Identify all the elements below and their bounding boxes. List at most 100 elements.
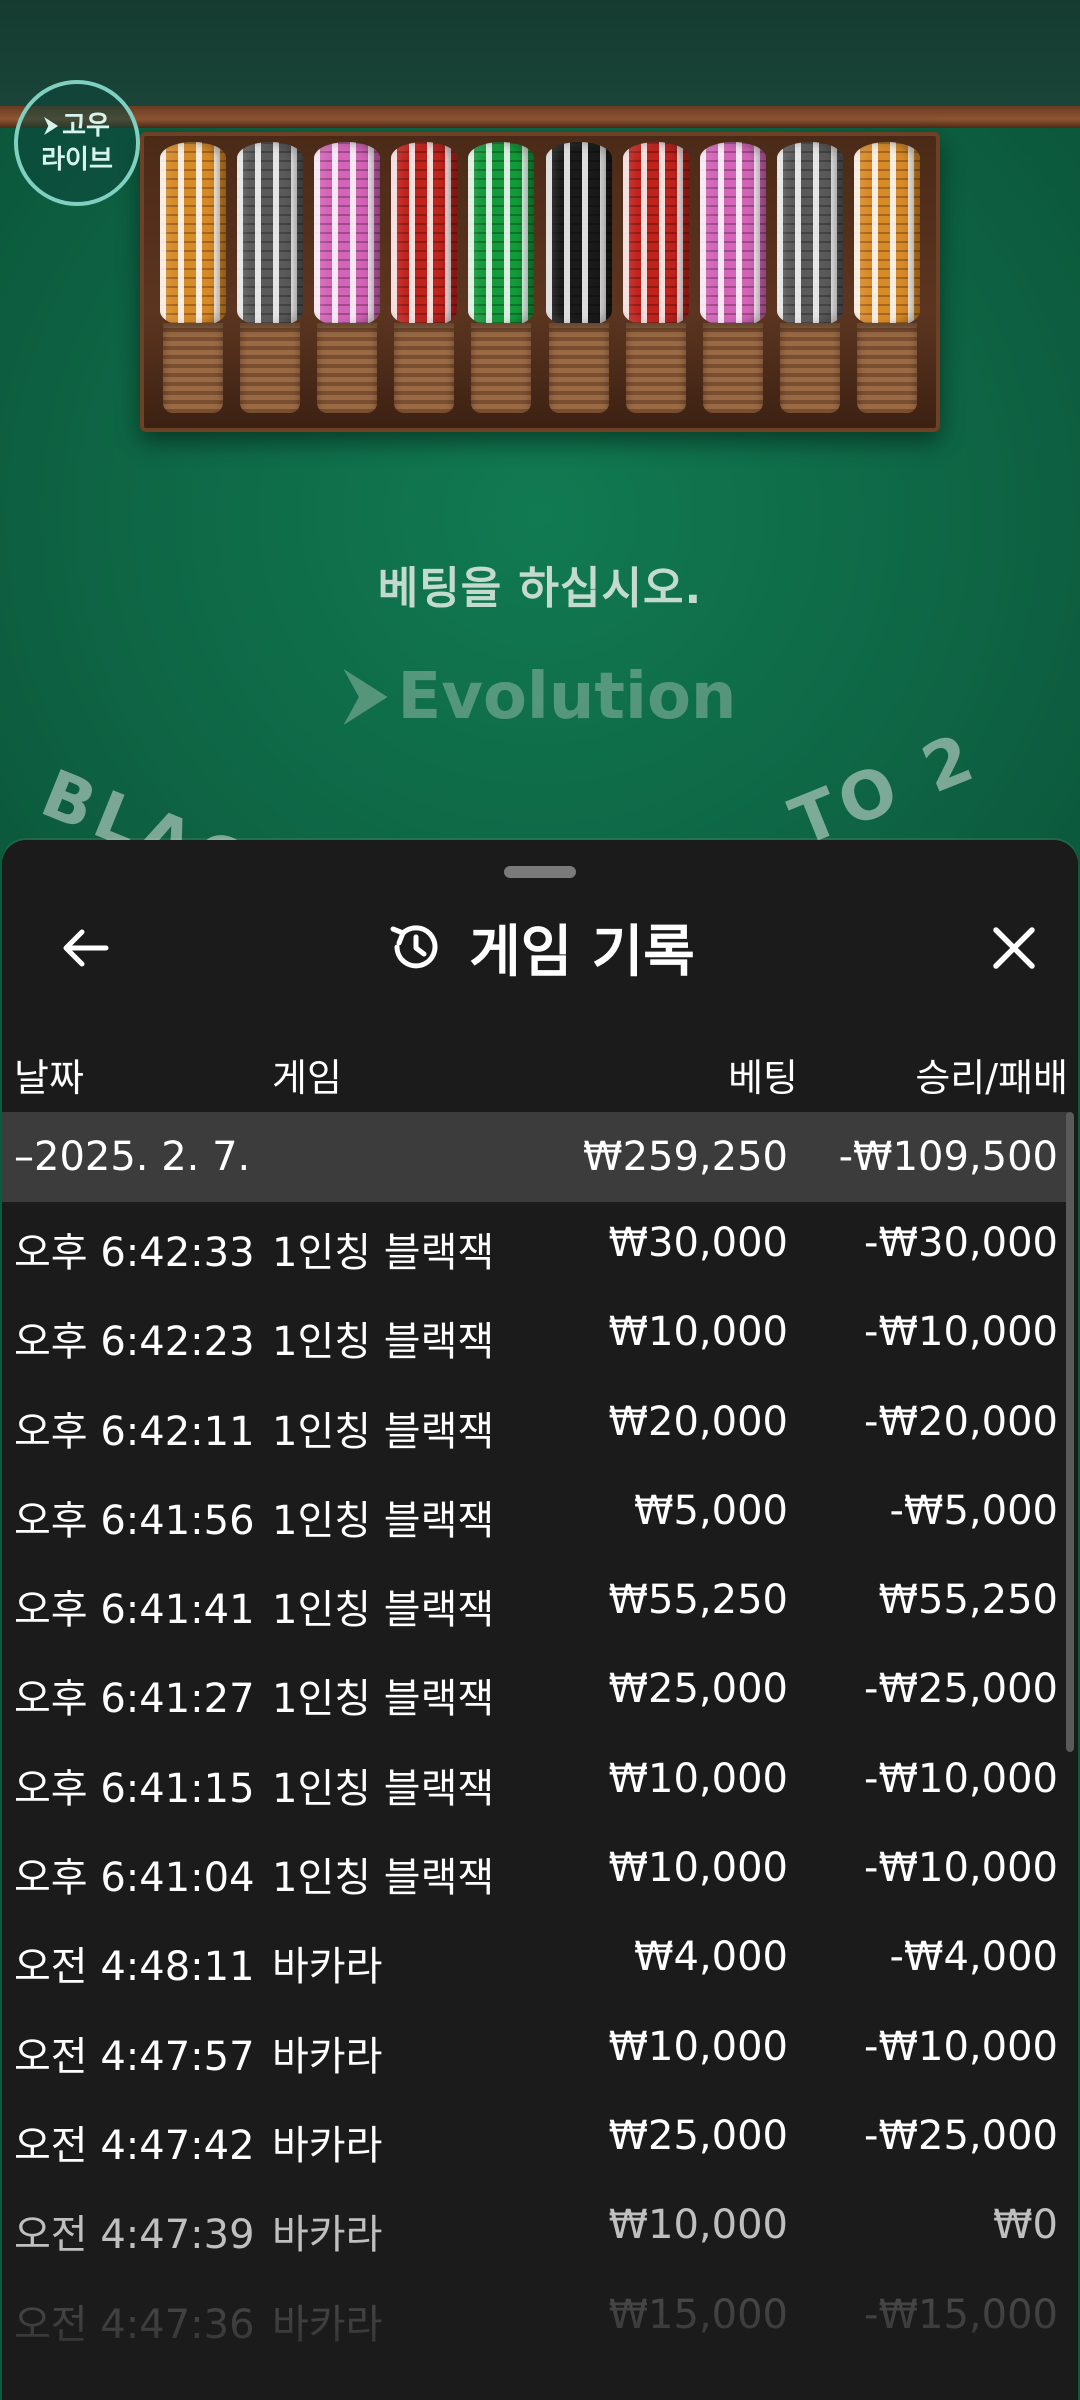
row-game: 1인칭 블랙잭 — [272, 1319, 495, 1366]
row-win-loss: -₩25,000 — [864, 2112, 1058, 2159]
row-game: 1인칭 블랙잭 — [272, 1230, 495, 1276]
chip-stack — [854, 142, 921, 327]
table-row[interactable]: 오후 6:41:56 1인칭 블랙잭 ₩5,000 -₩5,000 — [2, 1470, 1068, 1559]
logo-line1: 고우 — [62, 111, 110, 141]
row-bet: ₩4,000 — [633, 1934, 788, 1981]
day-total-bet: ₩259,250 — [583, 1134, 788, 1180]
row-game: 바카라 — [272, 1944, 383, 1991]
table-row[interactable]: 오전 4:47:42 바카라 ₩25,000 -₩25,000 — [2, 2095, 1068, 2184]
row-bet: ₩10,000 — [608, 1309, 788, 1356]
row-time: 오전 4:47:57 — [14, 2033, 255, 2080]
row-bet: ₩55,250 — [608, 1577, 788, 1624]
row-time: 오후 6:41:56 — [14, 1497, 255, 1544]
chip-column — [468, 142, 535, 413]
chip-stack — [468, 142, 535, 327]
chip-column — [854, 142, 921, 413]
chip-slot — [702, 323, 763, 413]
chip-stack — [313, 142, 380, 327]
chip-stack — [622, 142, 689, 327]
table-row[interactable]: 오후 6:42:11 1인칭 블랙잭 ₩20,000 -₩20,000 — [2, 1381, 1068, 1470]
scrollbar[interactable] — [1066, 1112, 1074, 1752]
row-bet: ₩10,000 — [608, 2202, 788, 2249]
column-header-win-loss: 승리/패배 — [915, 1056, 1068, 1100]
row-game: 바카라 — [272, 2033, 383, 2080]
chip-column — [622, 142, 689, 413]
row-time: 오전 4:47:39 — [14, 2212, 255, 2259]
table-row[interactable]: 오후 6:42:33 1인칭 블랙잭 ₩30,000 -₩30,000 — [2, 1202, 1068, 1291]
chip-column — [545, 142, 612, 413]
history-rows: 오후 6:42:33 1인칭 블랙잭 ₩30,000 -₩30,000 오후 6:42:… — [2, 1202, 1068, 2363]
chip-stack — [236, 142, 303, 327]
row-time: 오전 4:47:42 — [14, 2122, 255, 2169]
chip-slot — [162, 323, 223, 413]
row-win-loss: -₩10,000 — [864, 1755, 1058, 1802]
chip-slot — [548, 323, 609, 413]
row-time: 오후 6:42:33 — [14, 1230, 255, 1276]
table-rail-edge — [0, 106, 1080, 128]
row-time: 오후 6:41:04 — [14, 1855, 255, 1902]
row-win-loss: -₩4,000 — [889, 1934, 1059, 1981]
table-rail — [0, 0, 1080, 112]
sheet-header: 게임 기록 — [2, 902, 1078, 992]
game-table-background: 고우 라이브 베팅을 하십시오. Evolution BLAC TO 2 — [0, 0, 1080, 860]
chip-slot — [239, 323, 300, 413]
table-row[interactable]: 오후 6:41:41 1인칭 블랙잭 ₩55,250 ₩55,250 — [2, 1559, 1068, 1648]
row-time: 오전 4:47:36 — [14, 2301, 255, 2348]
row-bet: ₩15,000 — [608, 2291, 788, 2338]
table-row[interactable]: 오후 6:41:04 1인칭 블랙잭 ₩10,000 -₩10,000 — [2, 1827, 1068, 1916]
provider-name: Evolution — [397, 660, 737, 734]
table-arc-text-right: TO 2 — [780, 717, 989, 860]
row-time: 오전 4:48:11 — [14, 1944, 255, 1991]
row-game: 1인칭 블랙잭 — [272, 1587, 495, 1634]
table-row[interactable]: 오전 4:47:36 바카라 ₩15,000 -₩15,000 — [2, 2274, 1068, 2363]
row-time: 오후 6:41:27 — [14, 1676, 255, 1723]
table-row[interactable]: 오후 6:41:15 1인칭 블랙잭 ₩10,000 -₩10,000 — [2, 1738, 1068, 1827]
table-row[interactable]: 오전 4:47:39 바카라 ₩10,000 ₩0 — [2, 2184, 1068, 2273]
chip-stack — [699, 142, 766, 327]
table-row[interactable]: 오후 6:41:27 1인칭 블랙잭 ₩25,000 -₩25,000 — [2, 1648, 1068, 1737]
row-bet: ₩10,000 — [608, 1755, 788, 1802]
row-win-loss: -₩10,000 — [864, 1845, 1058, 1892]
row-bet: ₩25,000 — [608, 2112, 788, 2159]
evolution-logo-icon — [343, 669, 388, 725]
row-time: 오후 6:42:23 — [14, 1319, 255, 1366]
row-win-loss: -₩20,000 — [864, 1398, 1058, 1445]
column-header-game: 게임 — [272, 1056, 342, 1100]
row-win-loss: -₩5,000 — [889, 1487, 1059, 1534]
row-game: 1인칭 블랙잭 — [272, 1765, 495, 1812]
chip-tray — [140, 132, 940, 432]
logo-line2: 라이브 — [41, 145, 113, 175]
row-game: 1인칭 블랙잭 — [272, 1676, 495, 1723]
chip-stack — [777, 142, 844, 327]
row-bet: ₩30,000 — [608, 1220, 788, 1266]
row-game: 바카라 — [272, 2301, 383, 2348]
chip-stack — [391, 142, 458, 327]
table-row[interactable]: 오전 4:48:11 바카라 ₩4,000 -₩4,000 — [2, 1916, 1068, 2005]
row-game: 1인칭 블랙잭 — [272, 1497, 495, 1544]
close-button[interactable] — [966, 900, 1062, 996]
game-history-sheet: 게임 기록 날짜 게임 베팅 승리/패배 –2025. 2. 7. ₩259,2… — [2, 840, 1078, 2400]
chip-slot — [780, 323, 841, 413]
table-header: 날짜 게임 베팅 승리/패배 — [2, 1025, 1078, 1105]
chip-column — [699, 142, 766, 413]
day-summary-row[interactable]: –2025. 2. 7. ₩259,250 -₩109,500 — [2, 1112, 1068, 1202]
day-total-win-loss: -₩109,500 — [838, 1134, 1058, 1180]
place-bets-prompt: 베팅을 하십시오. — [377, 563, 703, 614]
row-win-loss: -₩10,000 — [864, 1309, 1058, 1356]
chip-slot — [471, 323, 532, 413]
chip-column — [391, 142, 458, 413]
leaf-logo-icon — [44, 117, 59, 135]
row-time: 오후 6:41:15 — [14, 1765, 255, 1812]
chip-slot — [316, 323, 377, 413]
table-row[interactable]: 오전 4:47:57 바카라 ₩10,000 -₩10,000 — [2, 2006, 1068, 2095]
row-game: 바카라 — [272, 2122, 383, 2169]
row-bet: ₩10,000 — [608, 2023, 788, 2070]
row-time: 오후 6:42:11 — [14, 1408, 255, 1455]
row-game: 바카라 — [272, 2212, 383, 2259]
sheet-drag-handle[interactable] — [504, 866, 576, 878]
chip-slot — [625, 323, 686, 413]
chip-column — [159, 142, 226, 413]
page-title: 게임 기록 — [469, 919, 695, 985]
table-row[interactable]: 오후 6:42:23 1인칭 블랙잭 ₩10,000 -₩10,000 — [2, 1291, 1068, 1380]
chip-column — [236, 142, 303, 413]
